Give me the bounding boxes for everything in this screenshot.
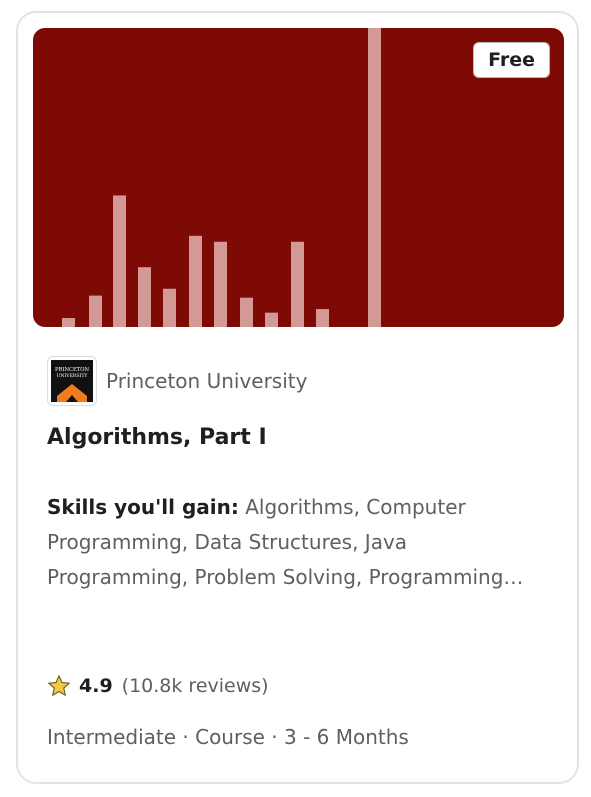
course-meta: Intermediate · Course · 3 - 6 Months	[47, 725, 409, 749]
partner-name[interactable]: Princeton University	[106, 369, 307, 393]
rating-row: 4.9 (10.8k reviews)	[47, 674, 269, 698]
hero-bar	[316, 309, 329, 327]
hero-bar	[240, 297, 253, 327]
skills-label: Skills you'll gain:	[47, 495, 239, 519]
hero-bar	[368, 28, 381, 327]
hero-bar	[189, 235, 202, 327]
review-count: (10.8k reviews)	[121, 675, 269, 697]
rating-score: 4.9	[79, 675, 113, 697]
hero-bar	[138, 267, 151, 327]
free-badge: Free	[473, 42, 550, 78]
logo-text-line1: PRINCETON	[55, 367, 89, 373]
hero-bar	[291, 241, 304, 327]
partner-row: PRINCETON UNIVERSITY Princeton Universit…	[47, 356, 307, 406]
princeton-logo: PRINCETON UNIVERSITY	[47, 356, 97, 406]
hero-bar	[89, 295, 102, 327]
hero-bar	[265, 312, 278, 327]
hero-bar	[62, 318, 75, 327]
hero-bar	[214, 241, 227, 327]
course-card[interactable]: Free PRINCETON UNIVERSITY Princeton Univ…	[16, 11, 579, 784]
logo-text-line2: UNIVERSITY	[57, 373, 89, 379]
hero-bar	[113, 195, 126, 327]
course-hero-image[interactable]: Free	[33, 28, 564, 327]
hero-bar	[163, 288, 176, 327]
star-icon	[48, 675, 70, 696]
skills-text: Skills you'll gain: Algorithms, Computer…	[47, 490, 552, 595]
course-title[interactable]: Algorithms, Part I	[47, 425, 267, 450]
princeton-logo-icon: PRINCETON UNIVERSITY	[51, 360, 93, 402]
